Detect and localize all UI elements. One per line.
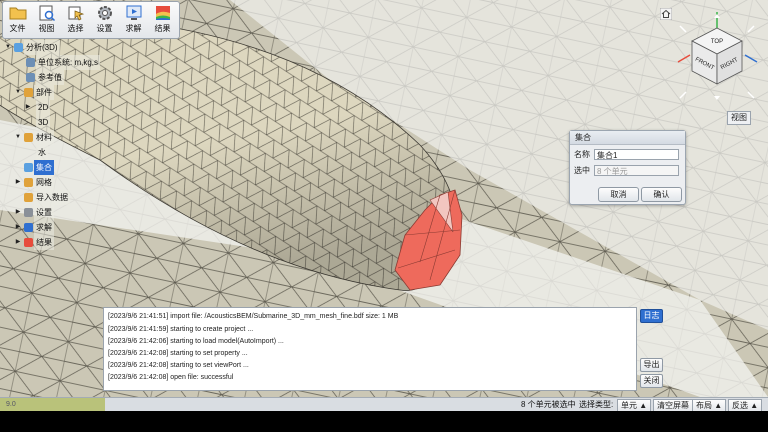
settings-label: 设置 (96, 24, 113, 33)
log-tab-button[interactable]: 日志 (640, 309, 663, 323)
solve-button[interactable]: 求解 (119, 2, 148, 38)
select-icon (68, 6, 84, 21)
selected-label: 选中 (574, 166, 590, 175)
result-tree-icon (24, 238, 33, 247)
folder-icon (9, 7, 26, 20)
log-line: [2023/9/6 21:42:08] open file: successfu… (108, 374, 234, 381)
collapse-arrow-icon[interactable]: ▶ (14, 220, 22, 235)
view-button[interactable]: 视图 (727, 111, 751, 125)
import-icon (24, 193, 33, 202)
mesh-icon (24, 178, 33, 187)
name-label: 名称 (574, 150, 590, 159)
log-line: [2023/9/6 21:42:08] starting to set prop… (108, 350, 248, 357)
log-line: [2023/9/6 21:42:08] starting to set view… (108, 362, 249, 369)
tree-node-set[interactable]: 集合 (4, 160, 100, 175)
expand-arrow-icon[interactable]: ▼ (14, 85, 22, 100)
result-label: 结果 (154, 24, 171, 33)
home-icon[interactable] (660, 8, 672, 20)
select-label: 选择 (67, 24, 84, 33)
analysis-icon (14, 43, 23, 52)
bottom-letterbox (0, 411, 768, 432)
project-tree: ▼ 分析(3D) 单位系统: m,kg,s 参考值 ▼ 部件 ▶ 2D 3D ▼ 材料 … (4, 40, 101, 250)
solve-label: 求解 (125, 24, 142, 33)
main-toolbar: 文件 视图 选择 设置 求解 结果 (2, 1, 180, 39)
settings-tree-icon (24, 208, 33, 217)
expand-arrow-icon[interactable]: ▼ (14, 130, 22, 145)
cancel-button[interactable]: 取消 (598, 187, 639, 202)
file-label: 文件 (9, 24, 26, 33)
tree-node-import[interactable]: 导入数据 (4, 190, 100, 205)
tree-node-settings[interactable]: ▶ 设置 (4, 205, 100, 220)
set-icon (24, 163, 33, 172)
tree-node-reference[interactable]: 参考值 (4, 70, 100, 85)
status-progress: 9.0 (0, 398, 105, 411)
select-type-label: 选择类型: (579, 400, 614, 409)
view-menu-button[interactable]: 视图 (32, 2, 61, 38)
log-line: [2023/9/6 21:41:59] starting to create p… (108, 326, 254, 333)
tree-node-parts[interactable]: ▼ 部件 (4, 85, 100, 100)
solve-icon (126, 5, 141, 20)
result-icon (155, 6, 170, 20)
result-button[interactable]: 结果 (148, 2, 177, 38)
solve-tree-icon (24, 223, 33, 232)
tree-node-water[interactable]: 水 (4, 145, 100, 160)
view-icon (39, 5, 55, 22)
parts-icon (24, 88, 33, 97)
reference-icon (26, 73, 35, 82)
cube-top-label: TOP (711, 39, 723, 45)
selection-count: 8 个单元被选中 (521, 400, 576, 409)
collapse-arrow-icon[interactable]: ▶ (24, 100, 32, 115)
status-bar: 9.0 8 个单元被选中 选择类型: 单元 ▲ 清空屏幕 布局 ▲ 反选 ▲ (0, 397, 768, 412)
tree-node-mesh[interactable]: ▶ 网格 (4, 175, 100, 190)
confirm-button[interactable]: 确认 (641, 187, 682, 202)
log-panel: [2023/9/6 21:41:51] import file: /Acoust… (103, 307, 637, 391)
tree-node-2d[interactable]: ▶ 2D (4, 100, 100, 115)
export-button[interactable]: 导出 (640, 358, 663, 372)
name-input[interactable]: 集合1 (594, 149, 679, 160)
tree-node-root[interactable]: ▼ 分析(3D) (4, 40, 100, 55)
tree-node-unit[interactable]: 单位系统: m,kg,s (4, 55, 101, 70)
set-dialog: 集合 名称 集合1 选中 8 个单元 取消 确认 (569, 130, 686, 205)
settings-button[interactable]: 设置 (90, 2, 119, 38)
unit-icon (26, 58, 35, 67)
material-icon (24, 133, 33, 142)
gear-icon (97, 6, 112, 20)
tree-node-material[interactable]: ▼ 材料 (4, 130, 100, 145)
expand-arrow-icon[interactable]: ▼ (4, 40, 12, 55)
collapse-arrow-icon[interactable]: ▶ (14, 175, 22, 190)
close-log-button[interactable]: 关闭 (640, 374, 663, 388)
file-button[interactable]: 文件 (3, 2, 32, 38)
tree-node-solve[interactable]: ▶ 求解 (4, 220, 100, 235)
tree-node-3d[interactable]: 3D (4, 115, 100, 130)
selected-input[interactable]: 8 个单元 (594, 165, 679, 176)
select-button[interactable]: 选择 (61, 2, 90, 38)
log-line: [2023/9/6 21:42:06] starting to load mod… (108, 338, 284, 345)
tree-node-result[interactable]: ▶ 结果 (4, 235, 100, 250)
collapse-arrow-icon[interactable]: ▶ (14, 205, 22, 220)
set-dialog-title: 集合 (570, 131, 685, 145)
view-menu-label: 视图 (38, 24, 55, 33)
collapse-arrow-icon[interactable]: ▶ (14, 235, 22, 250)
log-line: [2023/9/6 21:41:51] import file: /Acoust… (108, 313, 399, 320)
